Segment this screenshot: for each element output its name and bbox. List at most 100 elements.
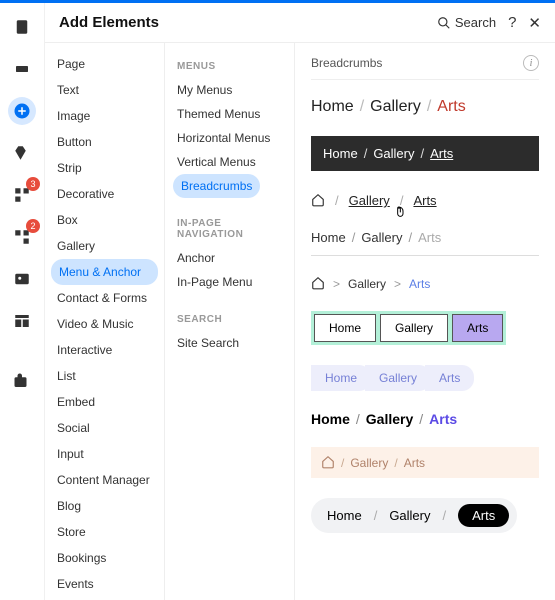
panel-header: Add Elements Search ? ✕ [45, 3, 555, 43]
crumb-arts: Arts [430, 146, 453, 161]
separator-slash: / [360, 98, 364, 115]
separator-slash: / [341, 456, 344, 470]
home-icon [321, 455, 335, 469]
subcategory-item[interactable]: Breadcrumbs [173, 174, 260, 198]
separator-slash: / [374, 508, 378, 523]
crumb-arts: Arts [418, 230, 441, 245]
theme-icon[interactable] [8, 139, 36, 167]
subcategory-header: MENUS [165, 55, 294, 78]
crumb-gallery: Gallery [361, 230, 402, 245]
left-toolbar: 3 2 [0, 3, 45, 600]
category-item[interactable]: Menu & Anchor [51, 259, 158, 285]
breadcrumb-preview-5[interactable]: >Gallery>Arts [311, 276, 539, 291]
breadcrumb-preview-1[interactable]: Home/Gallery/Arts [311, 98, 539, 116]
help-button[interactable]: ? [508, 14, 516, 31]
category-item[interactable]: Content Manager [45, 467, 164, 493]
crumb-home: Home [327, 508, 362, 523]
separator-slash: / [356, 411, 360, 427]
subcategory-item[interactable]: Site Search [165, 331, 294, 355]
separator-slash: / [419, 411, 423, 427]
media-icon[interactable] [8, 265, 36, 293]
preview-title: Breadcrumbs [311, 56, 382, 70]
breadcrumb-preview-8[interactable]: Home / Gallery / Arts [311, 411, 539, 427]
category-item[interactable]: Store [45, 519, 164, 545]
search-icon [437, 16, 451, 30]
close-button[interactable]: ✕ [528, 14, 541, 32]
subcategory-item[interactable]: Anchor [165, 246, 294, 270]
category-item[interactable]: Page [45, 51, 164, 77]
category-item[interactable]: Blog [45, 493, 164, 519]
category-item[interactable]: Interactive [45, 337, 164, 363]
category-item[interactable]: Decorative [45, 181, 164, 207]
breadcrumb-preview-3[interactable]: /Gallery/Arts [311, 191, 539, 210]
crumb-gallery: Gallery [366, 411, 413, 427]
crumb-gallery: Gallery [365, 365, 431, 391]
subcategory-item[interactable]: In-Page Menu [165, 270, 294, 294]
crumb-gallery: Gallery [348, 277, 386, 291]
crumb-gallery: Gallery [380, 314, 448, 342]
pages-icon[interactable] [8, 13, 36, 41]
crumb-home: Home [323, 146, 358, 161]
category-item[interactable]: Gallery [45, 233, 164, 259]
crumb-arts: Arts [425, 365, 474, 391]
breadcrumb-preview-9[interactable]: /Gallery/Arts [311, 447, 539, 478]
category-item[interactable]: Video & Music [45, 311, 164, 337]
add-element-icon[interactable] [8, 97, 36, 125]
category-item[interactable]: Image [45, 103, 164, 129]
info-icon[interactable]: i [523, 55, 539, 71]
cursor-icon [393, 205, 409, 224]
subcategory-column: MENUSMy MenusThemed MenusHorizontal Menu… [165, 43, 295, 600]
crumb-home: Home [311, 411, 350, 427]
subcategory-item[interactable]: Horizontal Menus [165, 126, 294, 150]
subcategory-item[interactable]: My Menus [165, 78, 294, 102]
separator-slash: / [409, 230, 413, 245]
crumb-arts: Arts [404, 456, 425, 470]
category-item[interactable]: Button [45, 129, 164, 155]
home-icon [311, 193, 325, 207]
crumb-gallery: Gallery [349, 193, 390, 208]
separator-slash: / [352, 230, 356, 245]
category-item[interactable]: Social [45, 415, 164, 441]
category-item[interactable]: Embed [45, 389, 164, 415]
breadcrumb-preview-10[interactable]: Home/Gallery/Arts [311, 498, 517, 533]
breadcrumb-preview-7[interactable]: HomeGalleryArts [311, 365, 539, 391]
section-icon[interactable] [8, 55, 36, 83]
crumb-gallery: Gallery [373, 146, 414, 161]
apps-icon[interactable]: 3 [8, 181, 36, 209]
crumb-arts: Arts [409, 277, 430, 291]
category-item[interactable]: List [45, 363, 164, 389]
separator-slash: / [394, 456, 397, 470]
category-item[interactable]: Text [45, 77, 164, 103]
preview-column: Breadcrumbs i Home / Gallery / Arts Home / Gal… [295, 43, 555, 600]
crumb-arts: Arts [429, 411, 457, 427]
layout-icon[interactable] [8, 307, 36, 335]
category-item[interactable]: Contact & Forms [45, 285, 164, 311]
apps2-icon[interactable]: 2 [8, 223, 36, 251]
crumb-arts: Arts [458, 504, 509, 527]
breadcrumb-preview-4[interactable]: Home / Gallery / Arts [311, 230, 539, 256]
crumb-home: Home [311, 365, 371, 391]
crumb-arts: Arts [413, 193, 436, 208]
home-icon [311, 276, 325, 290]
category-item[interactable]: Bookings [45, 545, 164, 571]
separator-slash: / [335, 193, 339, 208]
business-icon[interactable] [8, 367, 36, 395]
crumb-arts: Arts [437, 98, 465, 115]
category-item[interactable]: Input [45, 441, 164, 467]
crumb-home: Home [311, 230, 346, 245]
breadcrumb-preview-6[interactable]: HomeGalleryArts [311, 311, 506, 345]
crumb-gallery: Gallery [389, 508, 430, 523]
subcategory-item[interactable]: Themed Menus [165, 102, 294, 126]
separator-chevron: > [394, 277, 401, 291]
separator-slash: / [427, 98, 431, 115]
separator-slash: / [421, 146, 425, 161]
subcategory-header: SEARCH [165, 308, 294, 331]
subcategory-item[interactable]: Vertical Menus [165, 150, 294, 174]
panel-title: Add Elements [59, 14, 159, 31]
category-item[interactable]: Box [45, 207, 164, 233]
breadcrumb-preview-2[interactable]: Home/Gallery/Arts [311, 136, 539, 171]
search-button[interactable]: Search [437, 15, 496, 30]
crumb-arts: Arts [452, 314, 503, 342]
category-item[interactable]: Events [45, 571, 164, 597]
category-item[interactable]: Strip [45, 155, 164, 181]
